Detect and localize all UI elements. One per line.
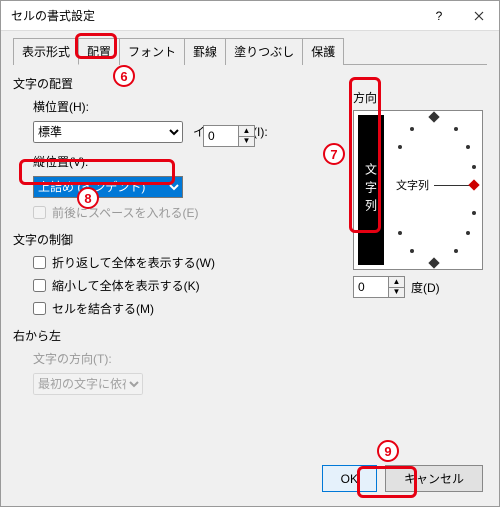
help-button[interactable]: ?: [419, 1, 459, 31]
degree-down[interactable]: ▼: [389, 287, 404, 298]
wrap-checkbox[interactable]: [33, 256, 46, 269]
tab-fill[interactable]: 塗りつぶし: [225, 38, 303, 65]
close-icon: [474, 11, 484, 21]
orientation-panel: 方向 文字列 文字列: [353, 89, 483, 298]
wrap-label: 折り返して全体を表示する(W): [52, 254, 215, 271]
vertical-text-label: 文字列: [363, 163, 380, 217]
orientation-horizontal-label: 文字列: [396, 177, 429, 193]
degree-label: 度(D): [411, 279, 440, 296]
titlebar: セルの書式設定 ?: [1, 1, 499, 31]
tab-border[interactable]: 罫線: [184, 38, 226, 65]
annotation-9: 9: [377, 440, 399, 462]
dialog-window: セルの書式設定 ? 表示形式 配置 フォント 罫線 塗りつぶし 保護 文字の配置…: [0, 0, 500, 507]
cancel-button[interactable]: キャンセル: [385, 465, 483, 492]
button-row: OK キャンセル: [322, 465, 483, 492]
indent-up[interactable]: ▲: [239, 126, 254, 136]
ok-button[interactable]: OK: [322, 465, 377, 492]
tab-number-format[interactable]: 表示形式: [13, 38, 79, 65]
degree-spinner[interactable]: ▲ ▼: [353, 276, 405, 298]
rtl-section-label: 右から左: [13, 327, 487, 344]
dialog-content: 表示形式 配置 フォント 罫線 塗りつぶし 保護 文字の配置 横位置(H): 標…: [1, 31, 499, 506]
horizontal-align-select[interactable]: 標準: [33, 121, 183, 143]
window-title: セルの書式設定: [11, 7, 419, 24]
indent-down[interactable]: ▼: [239, 136, 254, 147]
text-direction-label: 文字の方向(T):: [33, 350, 487, 367]
text-direction-select: 最初の文字に依存: [33, 373, 143, 395]
distribute-checkbox: [33, 206, 46, 219]
degree-up[interactable]: ▲: [389, 277, 404, 287]
vertical-text-button[interactable]: 文字列: [358, 115, 384, 265]
degree-value[interactable]: [354, 277, 388, 297]
tab-strip: 表示形式 配置 フォント 罫線 塗りつぶし 保護: [13, 37, 487, 65]
merge-label: セルを結合する(M): [52, 300, 154, 317]
orientation-box[interactable]: 文字列 文字列: [353, 110, 483, 270]
tab-alignment[interactable]: 配置: [78, 38, 120, 65]
orientation-dial[interactable]: 文字列: [388, 111, 482, 269]
tab-protection[interactable]: 保護: [302, 38, 344, 65]
close-button[interactable]: [459, 1, 499, 31]
orientation-label: 方向: [353, 89, 483, 106]
shrink-label: 縮小して全体を表示する(K): [52, 277, 200, 294]
shrink-checkbox[interactable]: [33, 279, 46, 292]
vertical-align-select[interactable]: 上詰め (インデント): [33, 176, 183, 198]
tab-font[interactable]: フォント: [119, 38, 185, 65]
indent-spinner[interactable]: ▲ ▼: [203, 125, 255, 147]
merge-checkbox[interactable]: [33, 302, 46, 315]
distribute-label: 前後にスペースを入れる(E): [52, 204, 199, 221]
indent-value[interactable]: [204, 126, 238, 146]
